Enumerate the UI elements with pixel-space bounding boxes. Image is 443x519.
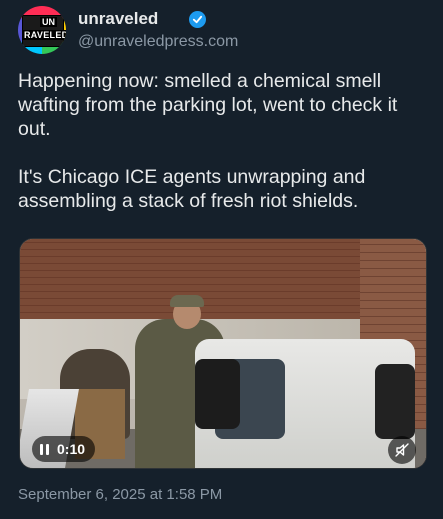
mute-button[interactable] <box>388 436 416 464</box>
avatar[interactable]: UN RAVELED <box>18 6 66 54</box>
muted-speaker-icon <box>395 443 409 457</box>
avatar-logo-text-bottom: RAVELED <box>23 30 66 40</box>
playback-control[interactable]: 0:10 <box>32 436 96 462</box>
author-handle[interactable]: @unraveledpress.com <box>78 33 238 51</box>
verified-badge-icon <box>189 11 206 28</box>
post-header: UN RAVELED unraveled @unraveledpress.com <box>18 6 428 56</box>
video-elapsed-time: 0:10 <box>57 441 86 457</box>
post-timestamp[interactable]: September 6, 2025 at 1:58 PM <box>18 486 222 503</box>
post-text: Happening now: smelled a chemical smell … <box>18 70 398 212</box>
pause-icon[interactable] <box>40 443 49 455</box>
author-name[interactable]: unraveled <box>78 9 158 29</box>
avatar-logo-text-top: UN <box>40 17 57 27</box>
video-player[interactable]: 0:10 <box>19 238 427 469</box>
